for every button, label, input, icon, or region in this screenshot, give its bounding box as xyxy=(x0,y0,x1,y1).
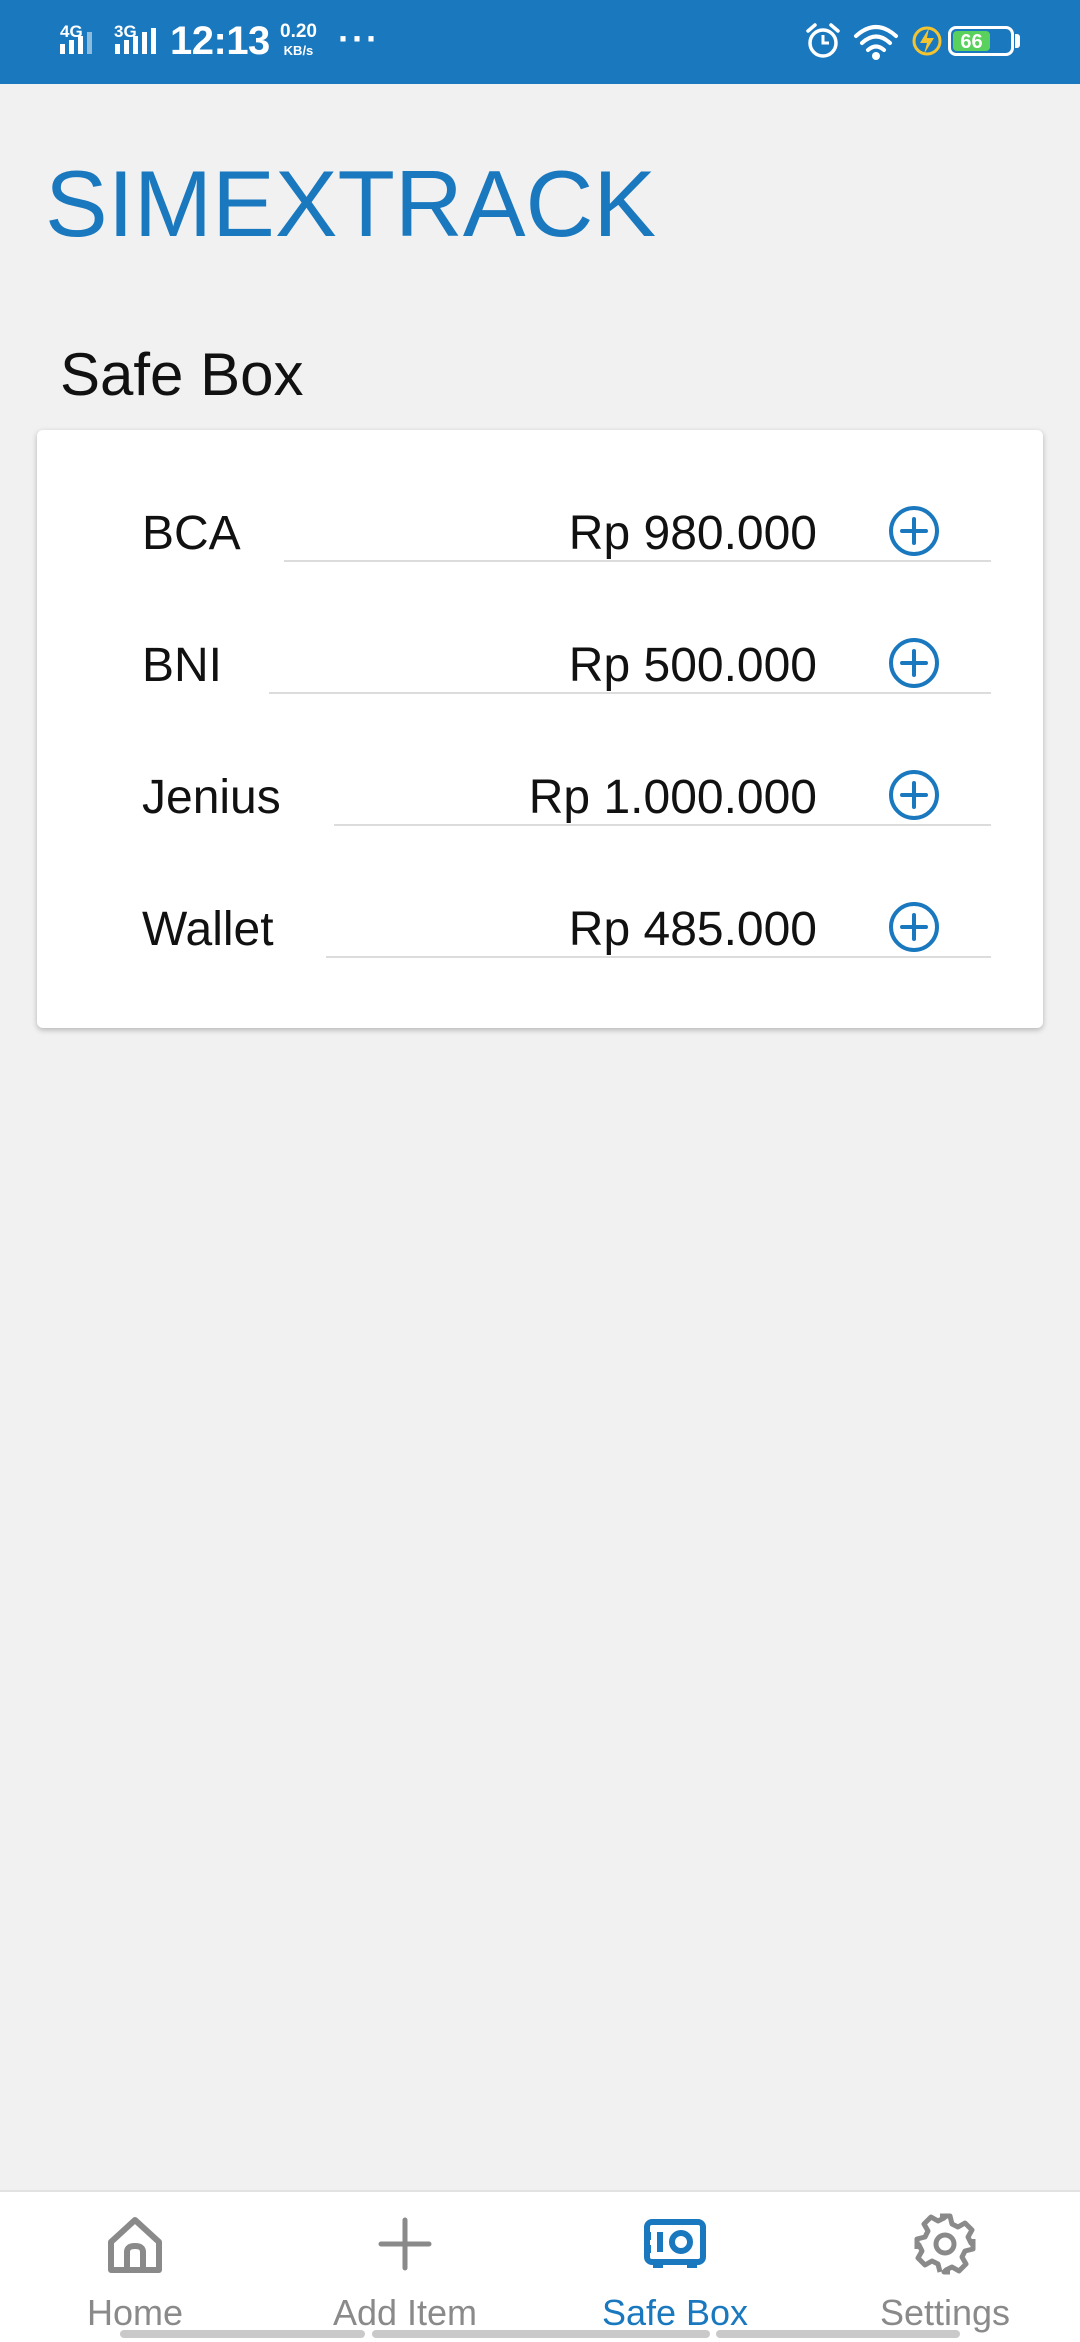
status-time: 12:13 xyxy=(170,19,270,63)
gesture-indicator xyxy=(716,2330,960,2338)
add-to-account-button[interactable] xyxy=(887,636,941,690)
safe-box-icon xyxy=(644,2219,706,2268)
account-name: Wallet xyxy=(142,903,274,956)
section-title: Safe Box xyxy=(60,341,304,408)
account-amount: Rp 485.000 xyxy=(568,903,817,956)
accounts-card: BCA Rp 980.000 BNI Rp 500.000 Jenius Rp … xyxy=(37,430,1043,1028)
gesture-indicator xyxy=(372,2330,710,2338)
add-to-account-button[interactable] xyxy=(887,900,941,954)
nav-label-add-item: Add Item xyxy=(332,2292,478,2333)
add-to-account-button[interactable] xyxy=(887,768,941,822)
battery-tip xyxy=(1015,34,1020,48)
account-amount: Rp 980.000 xyxy=(568,507,817,560)
account-row: Wallet Rp 485.000 xyxy=(37,826,1043,958)
network-speed-value: 0.20 xyxy=(280,21,317,42)
account-name: BCA xyxy=(142,507,241,560)
battery-icon: 66 xyxy=(948,26,1014,56)
battery-level: 66 xyxy=(953,31,990,53)
account-name: Jenius xyxy=(142,771,281,824)
row-divider xyxy=(326,956,991,958)
signal-icon xyxy=(60,32,92,54)
more-notifications-icon: ··· xyxy=(338,18,380,59)
alarm-icon xyxy=(806,23,840,58)
nav-item-add-item[interactable]: Add Item xyxy=(270,2192,540,2342)
charging-icon xyxy=(912,26,942,56)
status-bar: 4G 3G 12:13 0.20 KB/s ··· 66 xyxy=(0,0,1080,84)
gear-icon xyxy=(914,2213,976,2275)
nav-label-safe-box: Safe Box xyxy=(601,2292,749,2333)
add-to-account-button[interactable] xyxy=(887,504,941,558)
account-row: BNI Rp 500.000 xyxy=(37,562,1043,694)
wifi-icon xyxy=(854,25,898,60)
account-amount: Rp 500.000 xyxy=(568,639,817,692)
account-row: BCA Rp 980.000 xyxy=(37,430,1043,562)
account-amount: Rp 1.000.000 xyxy=(528,771,817,824)
bottom-navigation: Home Add Item Safe Box Settings xyxy=(0,2190,1080,2342)
app-title: SIMEXTRACK xyxy=(45,151,657,256)
account-name: BNI xyxy=(142,639,223,692)
nav-item-home[interactable]: Home xyxy=(0,2192,270,2342)
nav-label-settings: Settings xyxy=(879,2292,1011,2333)
signal-icon xyxy=(115,28,156,54)
plus-icon xyxy=(378,2217,432,2271)
nav-label-home: Home xyxy=(86,2292,184,2333)
nav-item-settings[interactable]: Settings xyxy=(810,2192,1080,2342)
network-speed: 0.20 KB/s xyxy=(280,22,317,60)
account-row: Jenius Rp 1.000.000 xyxy=(37,694,1043,826)
gesture-indicator xyxy=(120,2330,365,2338)
nav-item-safe-box[interactable]: Safe Box xyxy=(540,2192,810,2342)
network-speed-unit: KB/s xyxy=(283,43,314,58)
home-icon xyxy=(108,2217,162,2273)
